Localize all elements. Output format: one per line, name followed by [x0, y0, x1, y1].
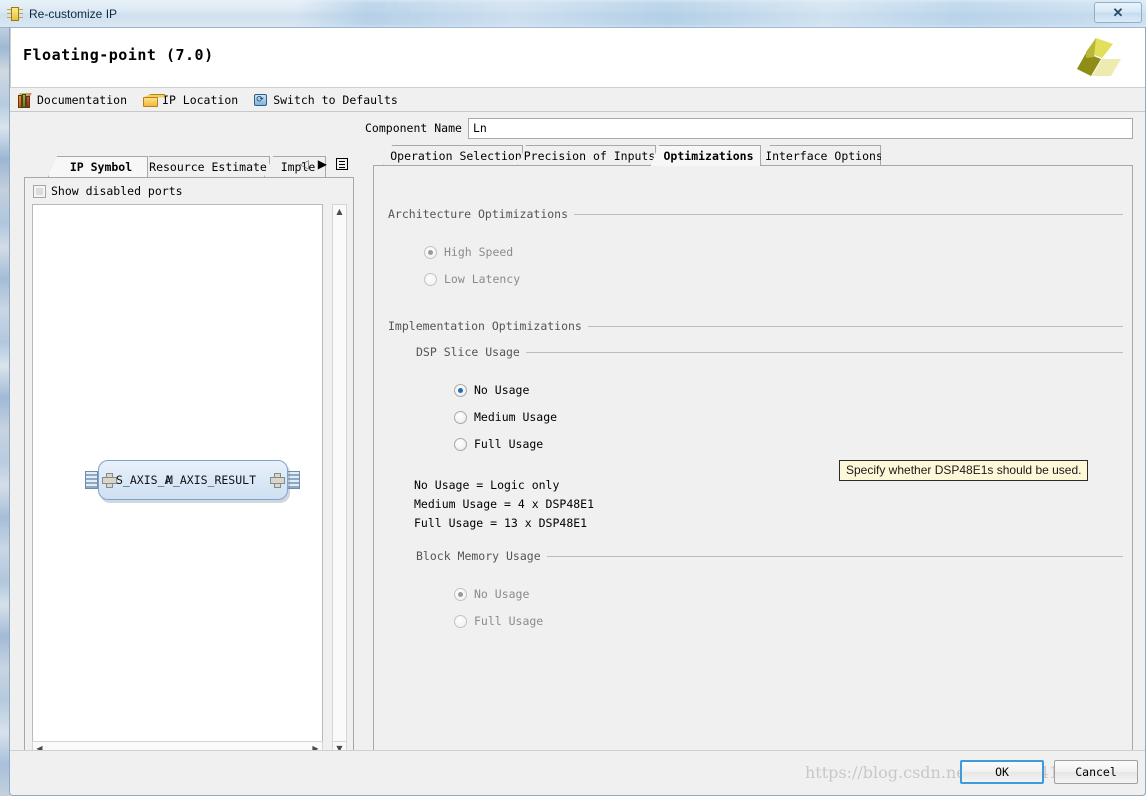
architecture-optimizations-heading: Architecture Optimizations: [388, 207, 575, 221]
ip-location-link[interactable]: IP Location: [143, 93, 238, 108]
dsp-note-no-usage: No Usage = Logic only: [414, 478, 560, 492]
right-panel-tabstrip: Operation Selection Precision of Inputs …: [383, 145, 1133, 167]
output-port-label: M_AXIS_RESULT: [166, 473, 257, 487]
radio-low-latency-indicator: [424, 272, 437, 286]
tab-resource-estimate[interactable]: Resource Estimate: [140, 156, 270, 177]
ip-symbol-block[interactable]: S_AXIS_A M_AXIS_RESULT: [85, 460, 300, 504]
window-titlebar: Re-customize IP ✕: [0, 0, 1146, 28]
watermark-text: https://blog.csdn.net/u0102341743: [805, 763, 1090, 782]
re-customize-ip-window: Re-customize IP ✕ Floating-point (7.0) D…: [0, 0, 1146, 796]
show-disabled-ports-checkbox[interactable]: Show disabled ports: [33, 184, 183, 198]
radio-bram-full-usage-indicator: [454, 614, 467, 628]
radio-dsp-no-usage-indicator: [454, 383, 467, 397]
input-port-stub-icon: [85, 471, 98, 489]
expand-input-port-icon[interactable]: [102, 473, 117, 488]
radio-dsp-medium-usage[interactable]: Medium Usage: [454, 410, 557, 424]
tab-nav-controls: ◁ ▶: [300, 158, 348, 170]
tab-precision-of-inputs[interactable]: Precision of Inputs: [517, 145, 656, 166]
tab-operation-selection-label: Operation Selection: [390, 149, 522, 163]
symbol-vertical-scrollbar[interactable]: ▲ ▼: [332, 204, 347, 752]
radio-high-speed-indicator: [424, 245, 437, 259]
output-port-stub-icon: [287, 471, 300, 489]
radio-low-latency[interactable]: Low Latency: [424, 272, 520, 286]
radio-high-speed[interactable]: High Speed: [424, 245, 513, 259]
content-area: IP Symbol Resource Estimate Imple ◁ ▶ Sh…: [10, 112, 1146, 778]
radio-high-speed-label: High Speed: [444, 245, 514, 259]
input-port-label: S_AXIS_A: [116, 473, 172, 487]
ip-location-label: IP Location: [162, 93, 239, 107]
tab-prev-arrow-icon[interactable]: ◁: [300, 158, 309, 170]
header-band: Floating-point (7.0): [10, 28, 1146, 88]
scroll-up-icon[interactable]: ▲: [333, 205, 346, 218]
tab-list-icon[interactable]: [336, 158, 348, 170]
radio-dsp-medium-usage-label: Medium Usage: [474, 410, 558, 424]
tab-resource-estimate-label: Resource Estimate: [149, 160, 267, 174]
cancel-button-label: Cancel: [1075, 765, 1117, 779]
close-button[interactable]: ✕: [1094, 2, 1142, 23]
switch-to-defaults-link[interactable]: ⟳ Switch to Defaults: [254, 93, 398, 108]
component-name-label: Component Name: [365, 121, 462, 135]
radio-dsp-medium-usage-indicator: [454, 410, 467, 424]
dsp-slice-usage-heading: DSP Slice Usage: [416, 345, 526, 359]
tab-optimizations[interactable]: Optimizations: [650, 145, 761, 166]
implementation-optimizations-heading: Implementation Optimizations: [388, 319, 588, 333]
window-body: Floating-point (7.0) Documentation IP Lo…: [10, 28, 1146, 796]
ip-symbol-canvas[interactable]: S_AXIS_A M_AXIS_RESULT: [32, 204, 323, 752]
ip-chip-icon: [7, 6, 23, 22]
toolbar: Documentation IP Location ⟳ Switch to De…: [10, 89, 1146, 112]
tab-interface-options[interactable]: Interface Options: [761, 145, 881, 166]
block-memory-usage-heading: Block Memory Usage: [416, 549, 547, 563]
tab-ip-symbol[interactable]: IP Symbol: [48, 156, 148, 177]
tab-operation-selection[interactable]: Operation Selection: [383, 145, 523, 166]
tab-ip-symbol-label: IP Symbol: [69, 160, 133, 174]
ok-button[interactable]: OK: [960, 760, 1044, 784]
expand-output-port-icon[interactable]: [270, 473, 285, 488]
radio-dsp-full-usage-label: Full Usage: [474, 437, 544, 451]
window-title: Re-customize IP: [29, 6, 118, 21]
tab-optimizations-label: Optimizations: [663, 149, 754, 163]
dsp-usage-tooltip: Specify whether DSP48E1s should be used.: [839, 460, 1089, 481]
page-title: Floating-point (7.0): [23, 46, 214, 64]
dsp-note-medium-usage: Medium Usage = 4 x DSP48E1: [414, 497, 595, 511]
component-name-row: Component Name Ln: [365, 117, 1133, 139]
folder-icon: [143, 93, 166, 108]
tab-interface-options-label: Interface Options: [765, 149, 883, 163]
documentation-label: Documentation: [37, 93, 128, 107]
checkbox-box-icon: [33, 184, 46, 198]
radio-bram-no-usage-indicator: [454, 587, 467, 601]
tab-precision-of-inputs-label: Precision of Inputs: [523, 149, 656, 163]
radio-bram-no-usage[interactable]: No Usage: [454, 587, 529, 601]
radio-low-latency-label: Low Latency: [444, 272, 521, 286]
dialog-footer: https://blog.csdn.net/u0102341743 OK Can…: [10, 750, 1146, 796]
refresh-icon: ⟳: [254, 93, 269, 108]
close-icon: ✕: [1112, 5, 1124, 20]
component-name-input[interactable]: Ln: [467, 117, 1133, 139]
left-panel-tabstrip: IP Symbol Resource Estimate Imple ◁ ▶: [24, 156, 354, 178]
optimizations-panel: Architecture Optimizations High Speed Lo…: [373, 165, 1133, 754]
radio-dsp-no-usage[interactable]: No Usage: [454, 383, 529, 397]
right-panel: Component Name Ln Operation Selection Pr…: [365, 112, 1133, 767]
radio-bram-full-usage-label: Full Usage: [474, 614, 544, 628]
radio-dsp-no-usage-label: No Usage: [474, 383, 530, 397]
dsp-note-full-usage: Full Usage = 13 x DSP48E1: [414, 516, 588, 530]
documentation-link[interactable]: Documentation: [18, 92, 128, 108]
radio-bram-no-usage-label: No Usage: [474, 587, 530, 601]
ok-button-label: OK: [995, 765, 1009, 779]
radio-dsp-full-usage-indicator: [454, 437, 467, 451]
xilinx-logo: [1077, 38, 1121, 76]
tab-next-arrow-icon[interactable]: ▶: [318, 158, 327, 170]
radio-dsp-full-usage[interactable]: Full Usage: [454, 437, 543, 451]
show-disabled-ports-label: Show disabled ports: [51, 184, 183, 198]
radio-bram-full-usage[interactable]: Full Usage: [454, 614, 543, 628]
switch-to-defaults-label: Switch to Defaults: [273, 93, 398, 107]
documentation-books-icon: [18, 92, 33, 108]
cancel-button[interactable]: Cancel: [1054, 760, 1138, 784]
left-panel: Show disabled ports S_AXIS_A M_AXIS_RESU…: [24, 177, 354, 764]
